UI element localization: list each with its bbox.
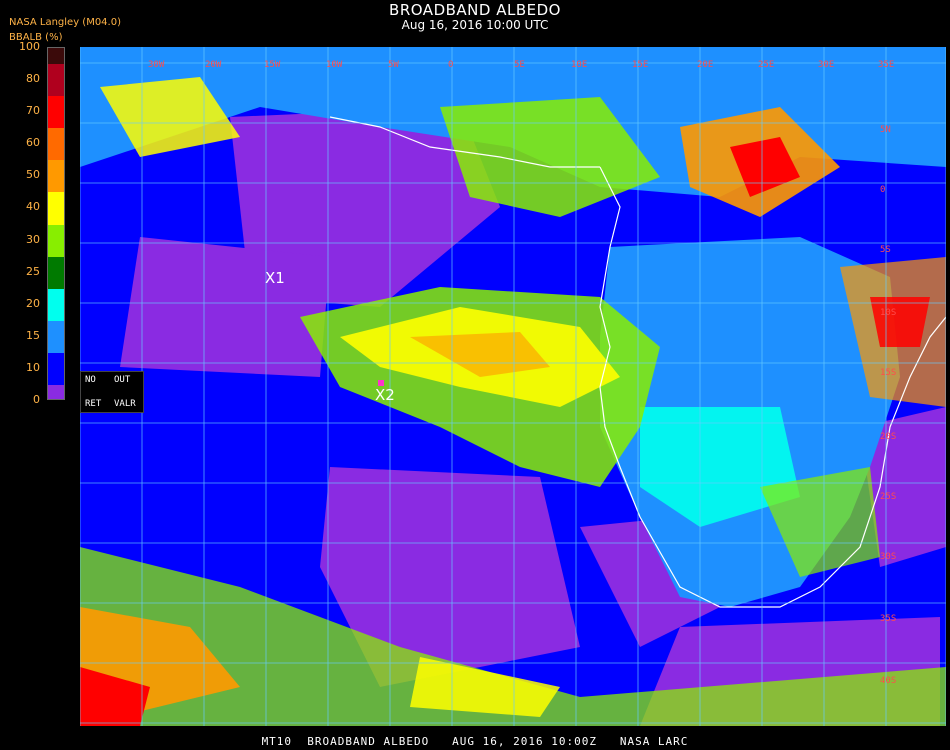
colorbar-segment — [48, 288, 64, 322]
colorbar-tick-label: 70 — [26, 104, 40, 118]
marker-x1-label: X1 — [265, 269, 285, 287]
legend-no: NO — [85, 375, 96, 385]
footer-caption: MT10 BROADBAND ALBEDO AUG 16, 2016 10:00… — [261, 735, 689, 748]
colorbar-tick-label: 100 — [19, 40, 40, 53]
latitude-label: 0 — [880, 185, 886, 195]
legend-out: OUT — [114, 375, 131, 385]
colorbar-tick-label: 20 — [26, 296, 40, 310]
colorbar-segment — [48, 384, 64, 399]
colorbar-segment — [48, 256, 64, 290]
longitude-label: 30W — [148, 60, 165, 70]
latitude-label: 30S — [880, 552, 897, 562]
longitude-label: 25E — [758, 60, 775, 70]
latitude-label: 10S — [880, 308, 897, 318]
map-subtitle: Aug 16, 2016 10:00 UTC — [401, 18, 549, 32]
longitude-label: 20E — [697, 60, 714, 70]
clear-sky-region — [120, 237, 330, 377]
legend-ret: RET — [85, 399, 102, 409]
longitude-label: 10E — [571, 60, 588, 70]
colorbar-segment — [48, 48, 64, 66]
longitude-label: 20W — [205, 60, 222, 70]
colorbar-tick-label: 50 — [26, 168, 40, 182]
longitude-label: 5W — [388, 60, 399, 70]
longitude-label: 35E — [878, 60, 895, 70]
colorbar-segment — [48, 192, 64, 226]
latitude-label: 35S — [880, 614, 897, 624]
colorbar-tick-label: 80 — [26, 72, 40, 86]
colorbar-tick-label: 25 — [26, 264, 40, 278]
latitude-label: 5N — [880, 125, 891, 135]
marker-x2-label: X2 — [375, 386, 395, 404]
albedo-map — [80, 47, 946, 726]
colorbar-segment — [48, 224, 64, 258]
latitude-label: 25S — [880, 492, 897, 502]
latitude-label: 5S — [880, 245, 891, 255]
latitude-label: 15S — [880, 368, 897, 378]
longitude-label: 0 — [448, 60, 454, 70]
colorbar-segment — [48, 128, 64, 162]
latitude-label: 20S — [880, 432, 897, 442]
longitude-label: 15E — [632, 60, 649, 70]
longitude-label: 5E — [514, 60, 525, 70]
map-title: BROADBAND ALBEDO — [389, 1, 561, 19]
longitude-label: 30E — [818, 60, 835, 70]
colorbar-segment — [48, 64, 64, 98]
albedo-map-canvas — [80, 47, 946, 726]
colorbar-segment — [48, 160, 64, 194]
colorbar-segment — [48, 320, 64, 354]
missing-data-legend: NO OUT RET VALR — [80, 371, 144, 413]
longitude-label: 15W — [264, 60, 281, 70]
colorbar-tick-label: 30 — [26, 232, 40, 246]
colorbar-tick-label: 40 — [26, 200, 40, 214]
provider-label: NASA Langley (M04.0) — [9, 17, 121, 28]
legend-valr: VALR — [114, 399, 136, 409]
latitude-label: 40S — [880, 676, 897, 686]
colorbar-segment — [48, 352, 64, 386]
colorbar-tick-label: 10 — [26, 360, 40, 374]
colorbar-tick-label: 60 — [26, 136, 40, 150]
longitude-label: 10W — [326, 60, 343, 70]
colorbar — [47, 47, 65, 400]
colorbar-tick-label: 15 — [26, 328, 40, 342]
colorbar-tick-label: 0 — [33, 393, 40, 406]
colorbar-segment — [48, 96, 64, 130]
